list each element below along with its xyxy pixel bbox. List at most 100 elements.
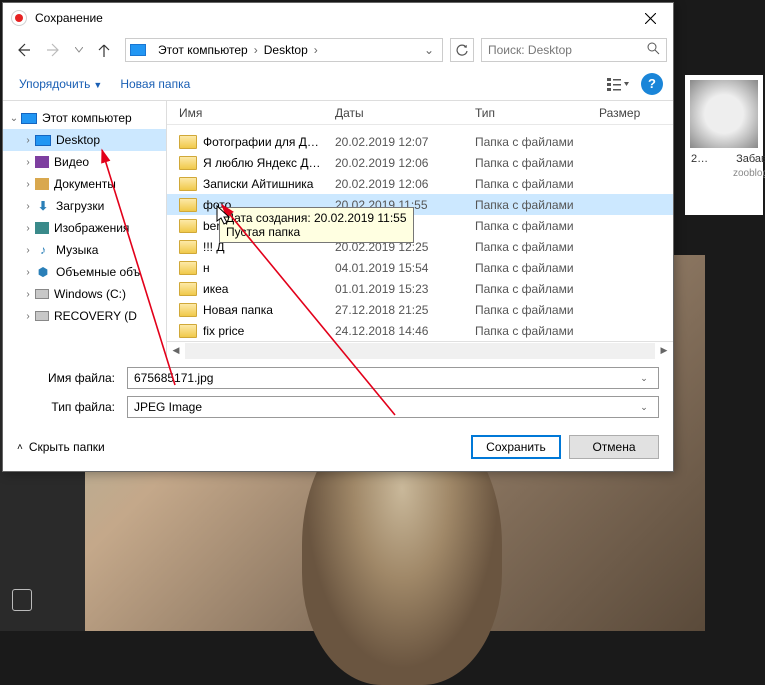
objects3d-icon: ⬢ bbox=[35, 265, 51, 279]
breadcrumb-seg[interactable]: Этот компьютер bbox=[152, 43, 254, 57]
expand-icon[interactable]: › bbox=[21, 311, 35, 322]
filename-label: Имя файла: bbox=[17, 371, 127, 385]
tree-this-pc[interactable]: ⌄ Этот компьютер bbox=[3, 107, 166, 129]
chevron-down-icon[interactable]: ⌄ bbox=[636, 402, 652, 413]
fields: Имя файла: 675685171.jpg ⌄ Тип файла: JP… bbox=[3, 359, 673, 425]
tree-downloads[interactable]: › ⬇ Загрузки bbox=[3, 195, 166, 217]
tree-windows-c[interactable]: › Windows (C:) bbox=[3, 283, 166, 305]
tree-3d-objects[interactable]: › ⬢ Объемные объ bbox=[3, 261, 166, 283]
yandex-icon bbox=[11, 10, 27, 26]
folder-icon bbox=[179, 156, 197, 170]
breadcrumb-seg[interactable]: Desktop bbox=[258, 43, 314, 57]
filename-input[interactable]: 675685171.jpg ⌄ bbox=[127, 367, 659, 389]
chevron-right-icon[interactable]: › bbox=[314, 43, 318, 57]
up-button[interactable] bbox=[90, 37, 118, 63]
expand-icon[interactable]: › bbox=[21, 245, 35, 256]
footer: ˄ Скрыть папки Сохранить Отмена bbox=[3, 425, 673, 471]
new-folder-button[interactable]: Новая папка bbox=[114, 73, 196, 95]
scroll-track[interactable] bbox=[185, 343, 655, 359]
dialog-body: ⌄ Этот компьютер › Desktop › Видео › Док… bbox=[3, 101, 673, 359]
list-row[interactable]: н04.01.2019 15:54Папка с файлами bbox=[167, 257, 673, 278]
documents-icon bbox=[35, 178, 49, 190]
filetype-select[interactable]: JPEG Image ⌄ bbox=[127, 396, 659, 418]
list-header: Имя Даты Тип Размер bbox=[167, 101, 673, 125]
forward-button bbox=[40, 37, 68, 63]
filetype-label: Тип файла: bbox=[17, 400, 127, 414]
cancel-button[interactable]: Отмена bbox=[569, 435, 659, 459]
collapse-icon[interactable]: ⌄ bbox=[7, 113, 21, 124]
expand-icon[interactable]: › bbox=[21, 135, 35, 146]
folder-icon bbox=[179, 177, 197, 191]
expand-icon[interactable]: › bbox=[21, 157, 35, 168]
col-date[interactable]: Даты bbox=[335, 106, 475, 120]
expand-icon[interactable]: › bbox=[21, 267, 35, 278]
list-row[interactable]: икеа01.01.2019 15:23Папка с файлами bbox=[167, 278, 673, 299]
tree-videos[interactable]: › Видео bbox=[3, 151, 166, 173]
folder-icon bbox=[179, 303, 197, 317]
titlebar: Сохранение bbox=[3, 3, 673, 33]
back-button[interactable] bbox=[9, 37, 37, 63]
bookmark-icon[interactable] bbox=[12, 589, 32, 611]
thumb-caption: 2… bbox=[691, 153, 708, 165]
folder-icon bbox=[179, 219, 197, 233]
thumbnail-strip: 2… Забавн zooblog bbox=[685, 75, 763, 215]
list-row[interactable]: Я люблю Яндекс Д…20.02.2019 12:06Папка с… bbox=[167, 152, 673, 173]
recent-button[interactable] bbox=[71, 37, 87, 63]
search-placeholder: Поиск: Desktop bbox=[488, 43, 647, 57]
list-row[interactable]: Записки Айтишника20.02.2019 12:06Папка с… bbox=[167, 173, 673, 194]
chevron-down-icon[interactable]: ⌄ bbox=[636, 373, 652, 384]
folder-icon bbox=[179, 240, 197, 254]
tooltip: Дата создания: 20.02.2019 11:55 Пустая п… bbox=[219, 207, 414, 243]
search-input[interactable]: Поиск: Desktop bbox=[481, 38, 667, 62]
col-type[interactable]: Тип bbox=[475, 106, 599, 120]
help-button[interactable]: ? bbox=[641, 73, 663, 95]
breadcrumb[interactable]: Этот компьютер › Desktop › ⌄ bbox=[125, 38, 443, 62]
scroll-left-icon[interactable]: ◀ bbox=[167, 343, 185, 359]
list-row[interactable]: fix price24.12.2018 14:46Папка с файлами bbox=[167, 320, 673, 341]
tree-music[interactable]: › ♪ Музыка bbox=[3, 239, 166, 261]
thumbnail-image[interactable] bbox=[690, 80, 758, 148]
expand-icon[interactable]: › bbox=[21, 201, 35, 212]
search-icon[interactable] bbox=[647, 42, 660, 58]
tree-documents[interactable]: › Документы bbox=[3, 173, 166, 195]
desktop-icon bbox=[35, 135, 51, 146]
hide-folders-toggle[interactable]: ˄ Скрыть папки bbox=[17, 440, 105, 454]
pc-icon bbox=[130, 44, 146, 56]
toolbar: Упорядочить▼ Новая папка ? bbox=[3, 67, 673, 101]
save-button[interactable]: Сохранить bbox=[471, 435, 561, 459]
downloads-icon: ⬇ bbox=[35, 199, 51, 213]
disk-icon bbox=[35, 311, 49, 321]
horizontal-scrollbar[interactable]: ◀ ▶ bbox=[167, 341, 673, 359]
thumb-sub: zooblog bbox=[733, 168, 765, 179]
tree-desktop[interactable]: › Desktop bbox=[3, 129, 166, 151]
view-button[interactable] bbox=[601, 73, 635, 95]
nav-bar: Этот компьютер › Desktop › ⌄ Поиск: Desk… bbox=[3, 33, 673, 67]
save-dialog: Сохранение Этот компьютер › Desktop › ⌄ bbox=[2, 2, 674, 472]
folder-icon bbox=[179, 198, 197, 212]
expand-icon[interactable]: › bbox=[21, 179, 35, 190]
tree-recovery-d[interactable]: › RECOVERY (D bbox=[3, 305, 166, 327]
tree-pictures[interactable]: › Изображения bbox=[3, 217, 166, 239]
organize-menu[interactable]: Упорядочить▼ bbox=[13, 73, 108, 95]
breadcrumb-dropdown[interactable]: ⌄ bbox=[420, 43, 438, 57]
close-button[interactable] bbox=[627, 3, 673, 33]
scroll-right-icon[interactable]: ▶ bbox=[655, 343, 673, 359]
music-icon: ♪ bbox=[35, 243, 51, 257]
refresh-button[interactable] bbox=[450, 38, 474, 62]
list-row[interactable]: Фотографии для Д…20.02.2019 12:07Папка с… bbox=[167, 131, 673, 152]
col-name[interactable]: Имя bbox=[179, 106, 335, 120]
file-list: Имя Даты Тип Размер Фотографии для Д…20.… bbox=[167, 101, 673, 359]
thumb-caption: Забавн bbox=[736, 153, 765, 165]
expand-icon[interactable]: › bbox=[21, 223, 35, 234]
folder-tree[interactable]: ⌄ Этот компьютер › Desktop › Видео › Док… bbox=[3, 101, 167, 359]
chevron-up-icon: ˄ bbox=[17, 442, 23, 453]
pc-icon bbox=[21, 113, 37, 124]
col-size[interactable]: Размер bbox=[599, 106, 659, 120]
folder-icon bbox=[179, 261, 197, 275]
expand-icon[interactable]: › bbox=[21, 289, 35, 300]
folder-icon bbox=[179, 324, 197, 338]
dialog-title: Сохранение bbox=[35, 11, 627, 25]
pictures-icon bbox=[35, 222, 49, 234]
list-row[interactable]: Новая папка27.12.2018 21:25Папка с файла… bbox=[167, 299, 673, 320]
video-icon bbox=[35, 156, 49, 168]
